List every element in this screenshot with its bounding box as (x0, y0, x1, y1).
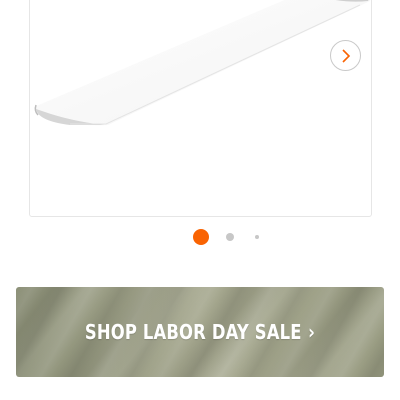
pagination-dot-active[interactable] (193, 229, 209, 245)
chevron-right-icon: › (308, 320, 316, 344)
product-image-card (29, 0, 372, 217)
banner-label: SHOP LABOR DAY SALE (84, 320, 302, 344)
carousel-pagination (0, 228, 400, 248)
carousel-next-button[interactable] (330, 40, 361, 71)
chevron-right-icon (341, 48, 350, 63)
labor-day-sale-banner[interactable]: SHOP LABOR DAY SALE › (16, 287, 384, 377)
pagination-dot[interactable] (255, 235, 259, 239)
product-image (34, 0, 371, 126)
banner-link[interactable]: SHOP LABOR DAY SALE › (49, 287, 351, 377)
pagination-dot[interactable] (226, 233, 234, 241)
